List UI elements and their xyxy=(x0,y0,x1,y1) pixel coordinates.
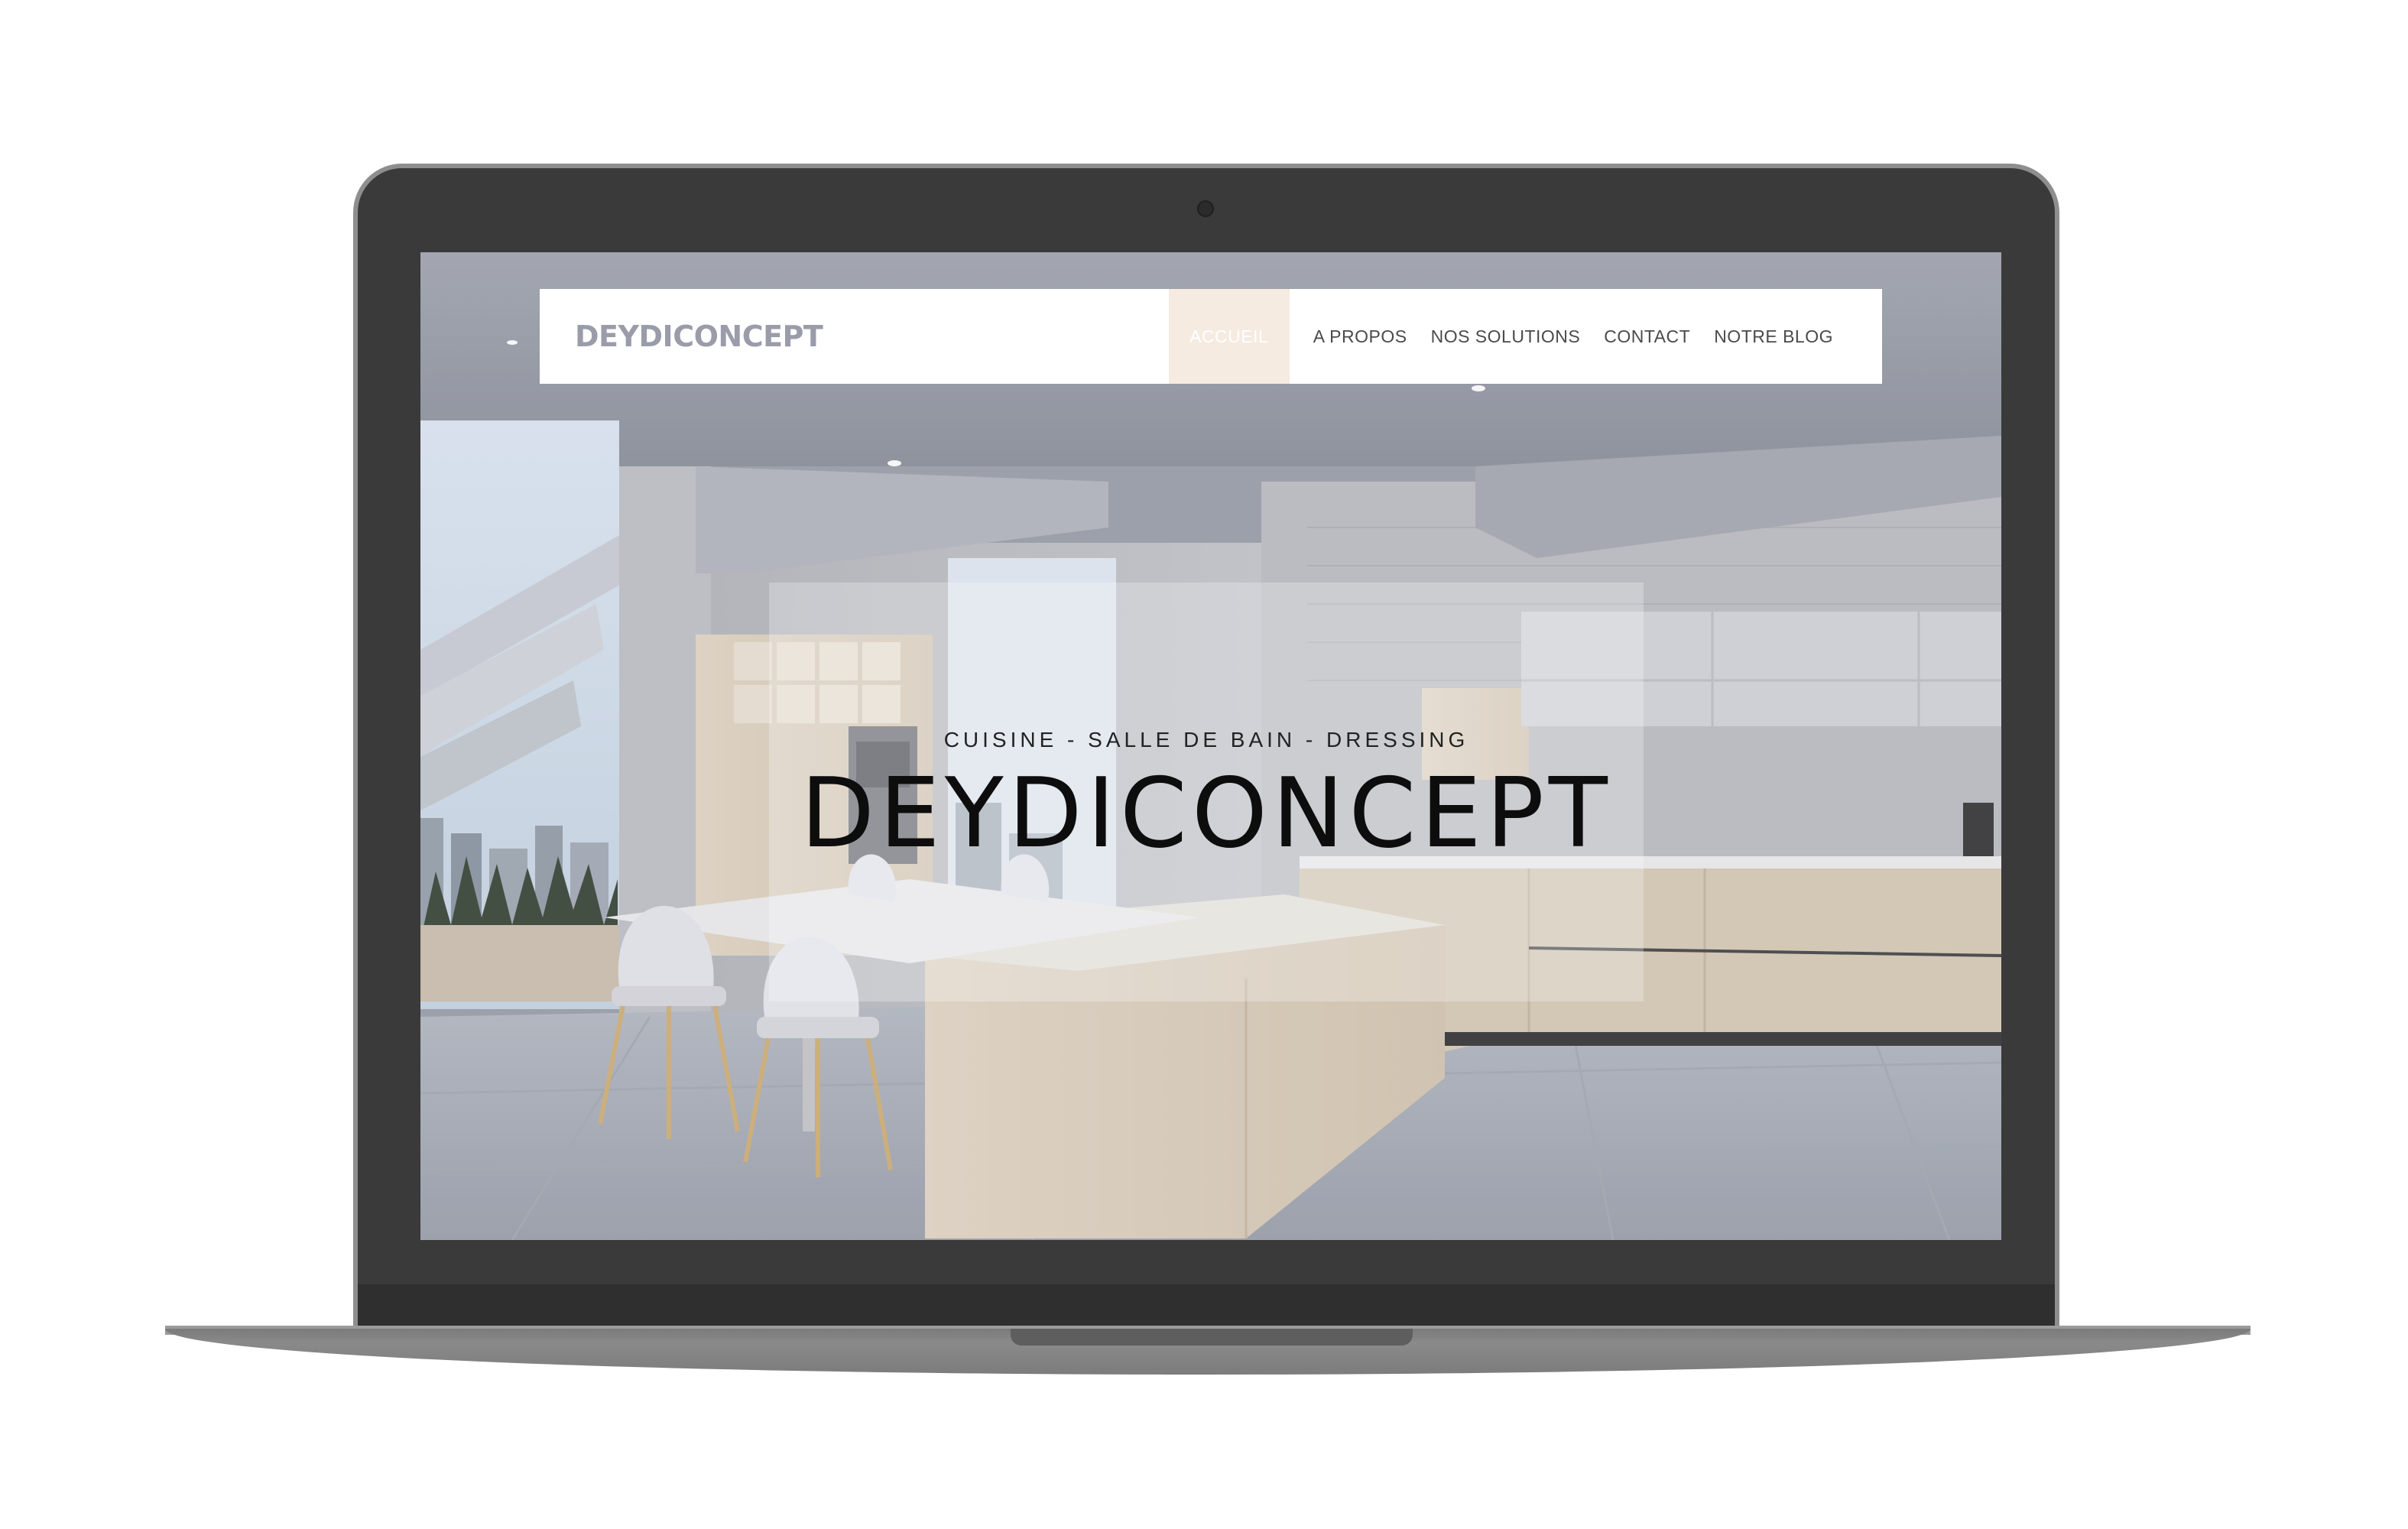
hero-overlay: CUISINE - SALLE DE BAIN - DRESSING DEYDI… xyxy=(769,583,1644,1001)
nav-item-accueil[interactable]: ACCUEIL xyxy=(1168,289,1290,384)
nav-menu: ACCUEIL A PROPOS NOS SOLUTIONS CONTACT N… xyxy=(1168,289,1882,384)
site-logo[interactable]: DEYDICONCEPT xyxy=(575,289,823,384)
nav-item-notre-blog[interactable]: NOTRE BLOG xyxy=(1714,289,1882,384)
nav-item-nos-solutions[interactable]: NOS SOLUTIONS xyxy=(1431,289,1605,384)
laptop-hinge-notch xyxy=(1011,1329,1413,1346)
page-stage: DEYDICONCEPT ACCUEIL A PROPOS NOS SOLUTI… xyxy=(0,0,2408,1529)
webcam-icon xyxy=(1197,200,1214,217)
site-navbar: DEYDICONCEPT ACCUEIL A PROPOS NOS SOLUTI… xyxy=(540,289,1882,384)
hero-title: DEYDICONCEPT xyxy=(800,757,1612,869)
laptop-screen: DEYDICONCEPT ACCUEIL A PROPOS NOS SOLUTI… xyxy=(420,252,2001,1240)
laptop-chin xyxy=(358,1284,2055,1332)
nav-item-a-propos[interactable]: A PROPOS xyxy=(1290,289,1431,384)
nav-item-contact[interactable]: CONTACT xyxy=(1604,289,1714,384)
hero-subtitle: CUISINE - SALLE DE BAIN - DRESSING xyxy=(943,728,1469,752)
